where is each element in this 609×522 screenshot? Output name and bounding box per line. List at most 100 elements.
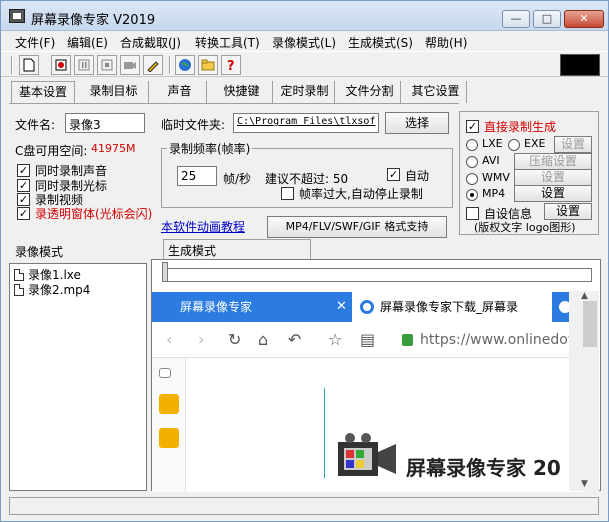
file-icon	[14, 283, 24, 296]
format-wmv-radio[interactable]	[466, 173, 478, 185]
tempdir-input[interactable]: C:\Program Files\tlxsof	[233, 113, 379, 133]
format-support-button[interactable]: MP4/FLV/SWF/GIF 格式支持	[267, 216, 447, 238]
globe-icon[interactable]	[175, 55, 195, 75]
scroll-thumb[interactable]	[583, 301, 597, 347]
tab-hotkey[interactable]: 快捷键	[211, 81, 273, 103]
tab-timer[interactable]: 定时录制	[275, 81, 335, 103]
close-button[interactable]: ✕	[564, 10, 604, 28]
recording-file-list[interactable]: 录像1.lxe 录像2.mp4	[9, 263, 147, 491]
compress-setting-button[interactable]: 压缩设置	[514, 153, 592, 170]
tutorial-link[interactable]: 本软件动画教程	[161, 218, 245, 235]
menu-record-mode[interactable]: 录像模式(L)	[272, 34, 336, 51]
window-title: 屏幕录像专家 V2019	[31, 13, 156, 28]
scroll-up-icon[interactable]: ▲	[581, 291, 588, 301]
folder-icon[interactable]	[198, 55, 218, 75]
menu-edit[interactable]: 编辑(E)	[67, 34, 108, 51]
content-divider	[324, 388, 325, 478]
select-folder-button[interactable]: 选择	[385, 112, 449, 134]
tab-other[interactable]: 其它设置	[405, 81, 467, 103]
auto-stop-label: 帧率过大,自动停止录制	[299, 187, 423, 201]
timeline-thumb[interactable]	[162, 262, 168, 282]
preview-black-box	[560, 54, 600, 76]
browser-sidebar	[152, 358, 186, 492]
stop-icon[interactable]	[97, 55, 117, 75]
fps-input[interactable]: 25	[177, 166, 217, 186]
menu-gen-mode[interactable]: 生成模式(S)	[348, 34, 413, 51]
notes-icon	[159, 428, 179, 448]
favorites-star-icon	[159, 394, 179, 414]
fps-unit: 帧/秒	[223, 172, 252, 186]
format-exe-label: EXE	[524, 137, 546, 150]
pause-icon[interactable]	[74, 55, 94, 75]
record-transparent-checkbox[interactable]: ✓	[17, 207, 30, 220]
auto-fps-checkbox[interactable]: ✓	[387, 168, 400, 181]
direct-record-group: ✓ 直接录制生成 LXE EXE 设置 AVI 压缩设置 WMV 设置 MP4 …	[459, 111, 599, 235]
mp4-setting-button[interactable]: 设置	[514, 185, 592, 202]
reader-icon: ▤	[360, 330, 376, 349]
captured-browser-frame: 屏幕录像专家 ✕ 屏幕录像专家下载_屏幕录 ‹ › ↻ ⌂ ↶ ☆ ▤ http…	[152, 292, 586, 492]
menu-compose[interactable]: 合成截取(J)	[120, 34, 181, 51]
browser-url: https://www.onlinedowr	[420, 332, 586, 348]
filename-label: 文件名:	[15, 118, 56, 132]
browser-tabstrip: 屏幕录像专家 ✕ 屏幕录像专家下载_屏幕录	[152, 292, 584, 322]
toolbar-separator	[11, 56, 13, 74]
exe-setting-button[interactable]: 设置	[554, 136, 592, 153]
format-exe-radio[interactable]	[508, 139, 520, 151]
tab-sound[interactable]: 声音	[153, 81, 207, 103]
app-icon	[9, 9, 25, 23]
list-item[interactable]: 录像2.mp4	[14, 281, 90, 298]
toolbar-separator	[169, 56, 171, 74]
browser-tab-1: 屏幕录像专家	[180, 300, 253, 314]
browser-tab-2: 屏幕录像专家下载_屏幕录	[352, 292, 552, 322]
title-bar: 屏幕录像专家 V2019 — □ ✕	[1, 1, 608, 31]
fps-group-title: 录制频率(帧率)	[167, 140, 253, 157]
brand-text: 屏幕录像专家 20	[406, 456, 561, 480]
svg-text:?: ?	[227, 59, 235, 72]
direct-record-checkbox[interactable]: ✓	[466, 120, 479, 133]
scroll-down-icon[interactable]: ▼	[581, 479, 588, 489]
menu-file[interactable]: 文件(F)	[15, 34, 55, 51]
record-sound-checkbox[interactable]: ✓	[17, 164, 30, 177]
record-transparent-label: 录透明窗体(光标会闪)	[35, 207, 153, 221]
record-video-checkbox[interactable]: ✓	[17, 193, 30, 206]
format-mp4-radio[interactable]	[466, 189, 478, 201]
lock-icon	[402, 334, 413, 346]
wmv-setting-button[interactable]: 设置	[514, 169, 592, 186]
menu-convert[interactable]: 转换工具(T)	[195, 34, 260, 51]
main-window: 屏幕录像专家 V2019 — □ ✕ 文件(F) 编辑(E) 合成截取(J) 转…	[0, 0, 609, 522]
preview-area[interactable]: 屏幕录像专家 ✕ 屏幕录像专家下载_屏幕录 ‹ › ↻ ⌂ ↶ ☆ ▤ http…	[151, 259, 601, 492]
forward-icon: ›	[198, 330, 205, 349]
gen-mode-tab[interactable]: 生成模式	[163, 239, 311, 259]
settings-tabs: 基本设置 录制目标 声音 快捷键 定时录制 文件分割 其它设置	[9, 81, 469, 103]
record-cursor-checkbox[interactable]: ✓	[17, 179, 30, 192]
custom-info-setting-button[interactable]: 设置	[544, 203, 592, 220]
format-avi-radio[interactable]	[466, 156, 478, 168]
disk-space-label: C盘可用空间:	[15, 144, 88, 158]
format-lxe-label: LXE	[482, 137, 503, 150]
new-file-icon[interactable]	[19, 55, 39, 75]
auto-fps-label: 自动	[405, 169, 430, 183]
camera-logo-icon	[338, 433, 396, 476]
browser-favicon-icon	[360, 300, 374, 314]
menu-help[interactable]: 帮助(H)	[425, 34, 467, 51]
record-icon[interactable]	[51, 55, 71, 75]
tab-basic[interactable]: 基本设置	[11, 81, 75, 103]
maximize-button[interactable]: □	[533, 10, 561, 28]
pen-icon[interactable]	[143, 55, 163, 75]
format-lxe-radio[interactable]	[466, 139, 478, 151]
format-wmv-label: WMV	[482, 171, 510, 184]
minimize-button[interactable]: —	[502, 10, 530, 28]
reload-icon: ↻	[228, 330, 242, 349]
timeline-slider[interactable]	[164, 268, 592, 282]
help-icon[interactable]: ?	[221, 55, 241, 75]
tab-record-target[interactable]: 录制目标	[79, 81, 149, 103]
camera-icon[interactable]	[120, 55, 140, 75]
undo-icon: ↶	[288, 330, 302, 349]
menu-bar: 文件(F) 编辑(E) 合成截取(J) 转换工具(T) 录像模式(L) 生成模式…	[1, 31, 608, 51]
auto-stop-checkbox[interactable]	[281, 187, 294, 200]
back-icon: ‹	[166, 330, 173, 349]
record-mode-label: 录像模式	[15, 245, 64, 259]
filename-input[interactable]: 录像3	[65, 113, 145, 133]
tab-split[interactable]: 文件分割	[339, 81, 401, 103]
vertical-scrollbar[interactable]: ▲ ▼	[569, 291, 599, 491]
